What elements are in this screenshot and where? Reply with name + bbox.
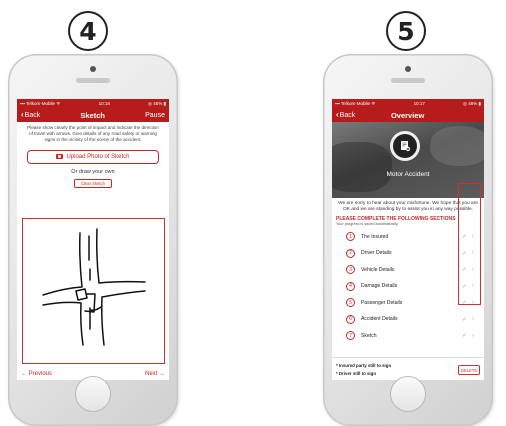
hero-background-shape xyxy=(332,142,392,192)
page-title: Sketch xyxy=(80,110,105,120)
section-row-passenger[interactable]: 5 Passenger Details ✓ › xyxy=(332,294,484,311)
previous-button[interactable]: ← Previous xyxy=(21,371,52,377)
check-icon: ✓ xyxy=(462,250,468,257)
section-number: 3 xyxy=(346,265,355,275)
back-button[interactable]: ‹ Back xyxy=(21,111,40,119)
check-icon: ✓ xyxy=(462,300,468,307)
driver-sign-note: * Driver still to sign xyxy=(336,371,377,376)
insured-sign-note: * Insured party still to sign xyxy=(336,363,392,368)
chevron-right-icon: › xyxy=(472,299,474,306)
back-button[interactable]: ‹ Back xyxy=(336,111,355,119)
battery-label: ◎ 46% ▮ xyxy=(463,100,481,106)
chevron-right-icon: › xyxy=(472,266,474,273)
check-icon: ✓ xyxy=(462,234,468,241)
nav-bar: ‹ Back Sketch Pause xyxy=(17,108,169,122)
front-camera xyxy=(405,66,411,72)
home-button[interactable] xyxy=(75,376,111,412)
section-label: Accident Details xyxy=(361,316,398,323)
section-row-driver[interactable]: 2 Driver Details ✓ › xyxy=(332,245,484,262)
chevron-right-icon: › xyxy=(472,283,474,290)
section-row-insured[interactable]: 1 The Insured ✓ › xyxy=(332,228,484,245)
pause-button[interactable]: Pause xyxy=(145,112,165,119)
step-number-4: 4 xyxy=(68,11,108,51)
speaker-grille xyxy=(76,78,110,83)
section-label: Sketch xyxy=(361,332,377,339)
section-number: 2 xyxy=(346,248,355,258)
chevron-right-icon: › xyxy=(472,316,474,323)
clear-sketch-button[interactable]: Clear Sketch xyxy=(74,178,112,188)
status-bar: ▪▪▪ Telkom-Mobile ᯤ 10:17 ◎ 46% ▮ xyxy=(332,99,484,108)
carrier-label: ▪▪▪ Telkom-Mobile ᯤ xyxy=(335,100,376,106)
step-number-5-text: 5 xyxy=(397,16,415,46)
section-row-accident[interactable]: 6 Accident Details ✓ › xyxy=(332,311,484,328)
step-number-5: 5 xyxy=(386,11,426,51)
sections-list: 1 The Insured ✓ › 2 Driver Details ✓ › 3… xyxy=(332,228,484,341)
nav-bar: ‹ Back Overview xyxy=(332,108,484,122)
upload-photo-label: Upload Photo of Sketch xyxy=(66,153,130,160)
back-label: Back xyxy=(24,111,41,119)
section-label: Passenger Details xyxy=(361,299,403,306)
camera-icon xyxy=(56,154,64,160)
sketch-canvas[interactable] xyxy=(22,218,165,364)
back-label: Back xyxy=(339,111,356,119)
chevron-right-icon: › xyxy=(472,332,474,339)
front-camera xyxy=(90,66,96,72)
hero-background-shape xyxy=(430,126,484,166)
sketch-instructions: Please show clearly the point of impact … xyxy=(27,125,159,142)
section-row-damage[interactable]: 4 Damage Details ✓ › xyxy=(332,278,484,295)
time-label: 10:17 xyxy=(413,101,425,106)
phone-overview: ▪▪▪ Telkom-Mobile ᯤ 10:17 ◎ 46% ▮ ‹ Back … xyxy=(323,54,493,426)
overview-screen: ▪▪▪ Telkom-Mobile ᯤ 10:17 ◎ 46% ▮ ‹ Back … xyxy=(332,99,484,380)
phone-sketch: ▪▪▪ Telkom-Mobile ᯤ 10:18 ◎ 45% ▮ ‹ Back … xyxy=(8,54,178,426)
home-button[interactable] xyxy=(390,376,426,412)
chevron-right-icon: › xyxy=(472,233,474,240)
check-icon: ✓ xyxy=(462,283,468,290)
section-number: 1 xyxy=(346,232,355,242)
step-number-4-text: 4 xyxy=(79,16,97,46)
section-label: The Insured xyxy=(361,233,389,240)
check-icon: ✓ xyxy=(462,333,468,340)
hero-title: Motor Accident xyxy=(386,171,430,178)
section-row-vehicle[interactable]: 3 Vehicle Details ✓ › xyxy=(332,261,484,278)
chevron-left-icon: ‹ xyxy=(21,110,24,119)
section-label: Damage Details xyxy=(361,283,398,290)
previous-label: Previous xyxy=(28,371,53,377)
chevron-right-icon: › xyxy=(472,250,474,257)
next-label: Next xyxy=(144,371,158,377)
section-label: Vehicle Details xyxy=(361,266,395,273)
next-button[interactable]: Next → xyxy=(145,371,165,377)
draw-own-label: Or draw your own xyxy=(71,168,115,175)
section-number: 4 xyxy=(346,281,355,291)
status-bar: ▪▪▪ Telkom-Mobile ᯤ 10:18 ◎ 45% ▮ xyxy=(17,99,169,108)
hand-drawn-sketch xyxy=(42,228,146,346)
carrier-label: ▪▪▪ Telkom-Mobile ᯤ xyxy=(20,100,61,106)
chevron-left-icon: ‹ xyxy=(336,110,339,119)
sympathy-message: We are sorry to hear about your misfortu… xyxy=(338,201,478,213)
sketch-screen: ▪▪▪ Telkom-Mobile ᯤ 10:18 ◎ 45% ▮ ‹ Back … xyxy=(17,99,169,380)
hero-banner: Motor Accident xyxy=(332,122,484,198)
sections-heading: PLEASE COMPLETE THE FOLLOWING SECTIONS xyxy=(336,216,456,223)
time-label: 10:18 xyxy=(98,101,110,106)
check-icon: ✓ xyxy=(462,267,468,274)
battery-label: ◎ 45% ▮ xyxy=(148,100,166,106)
document-car-icon xyxy=(401,141,411,152)
section-label: Driver Details xyxy=(361,250,392,257)
accident-report-icon-inner xyxy=(393,134,417,158)
accident-report-icon xyxy=(390,131,420,161)
section-number: 5 xyxy=(346,298,355,308)
section-number: 6 xyxy=(346,314,355,324)
check-icon: ✓ xyxy=(462,316,468,323)
speaker-grille xyxy=(391,78,425,83)
delete-button[interactable]: DELETE xyxy=(458,365,480,375)
section-number: 7 xyxy=(346,331,355,341)
section-row-sketch[interactable]: 7 Sketch ✓ › xyxy=(332,327,484,341)
page-title: Overview xyxy=(390,110,425,120)
upload-photo-button[interactable]: Upload Photo of Sketch xyxy=(27,149,159,164)
